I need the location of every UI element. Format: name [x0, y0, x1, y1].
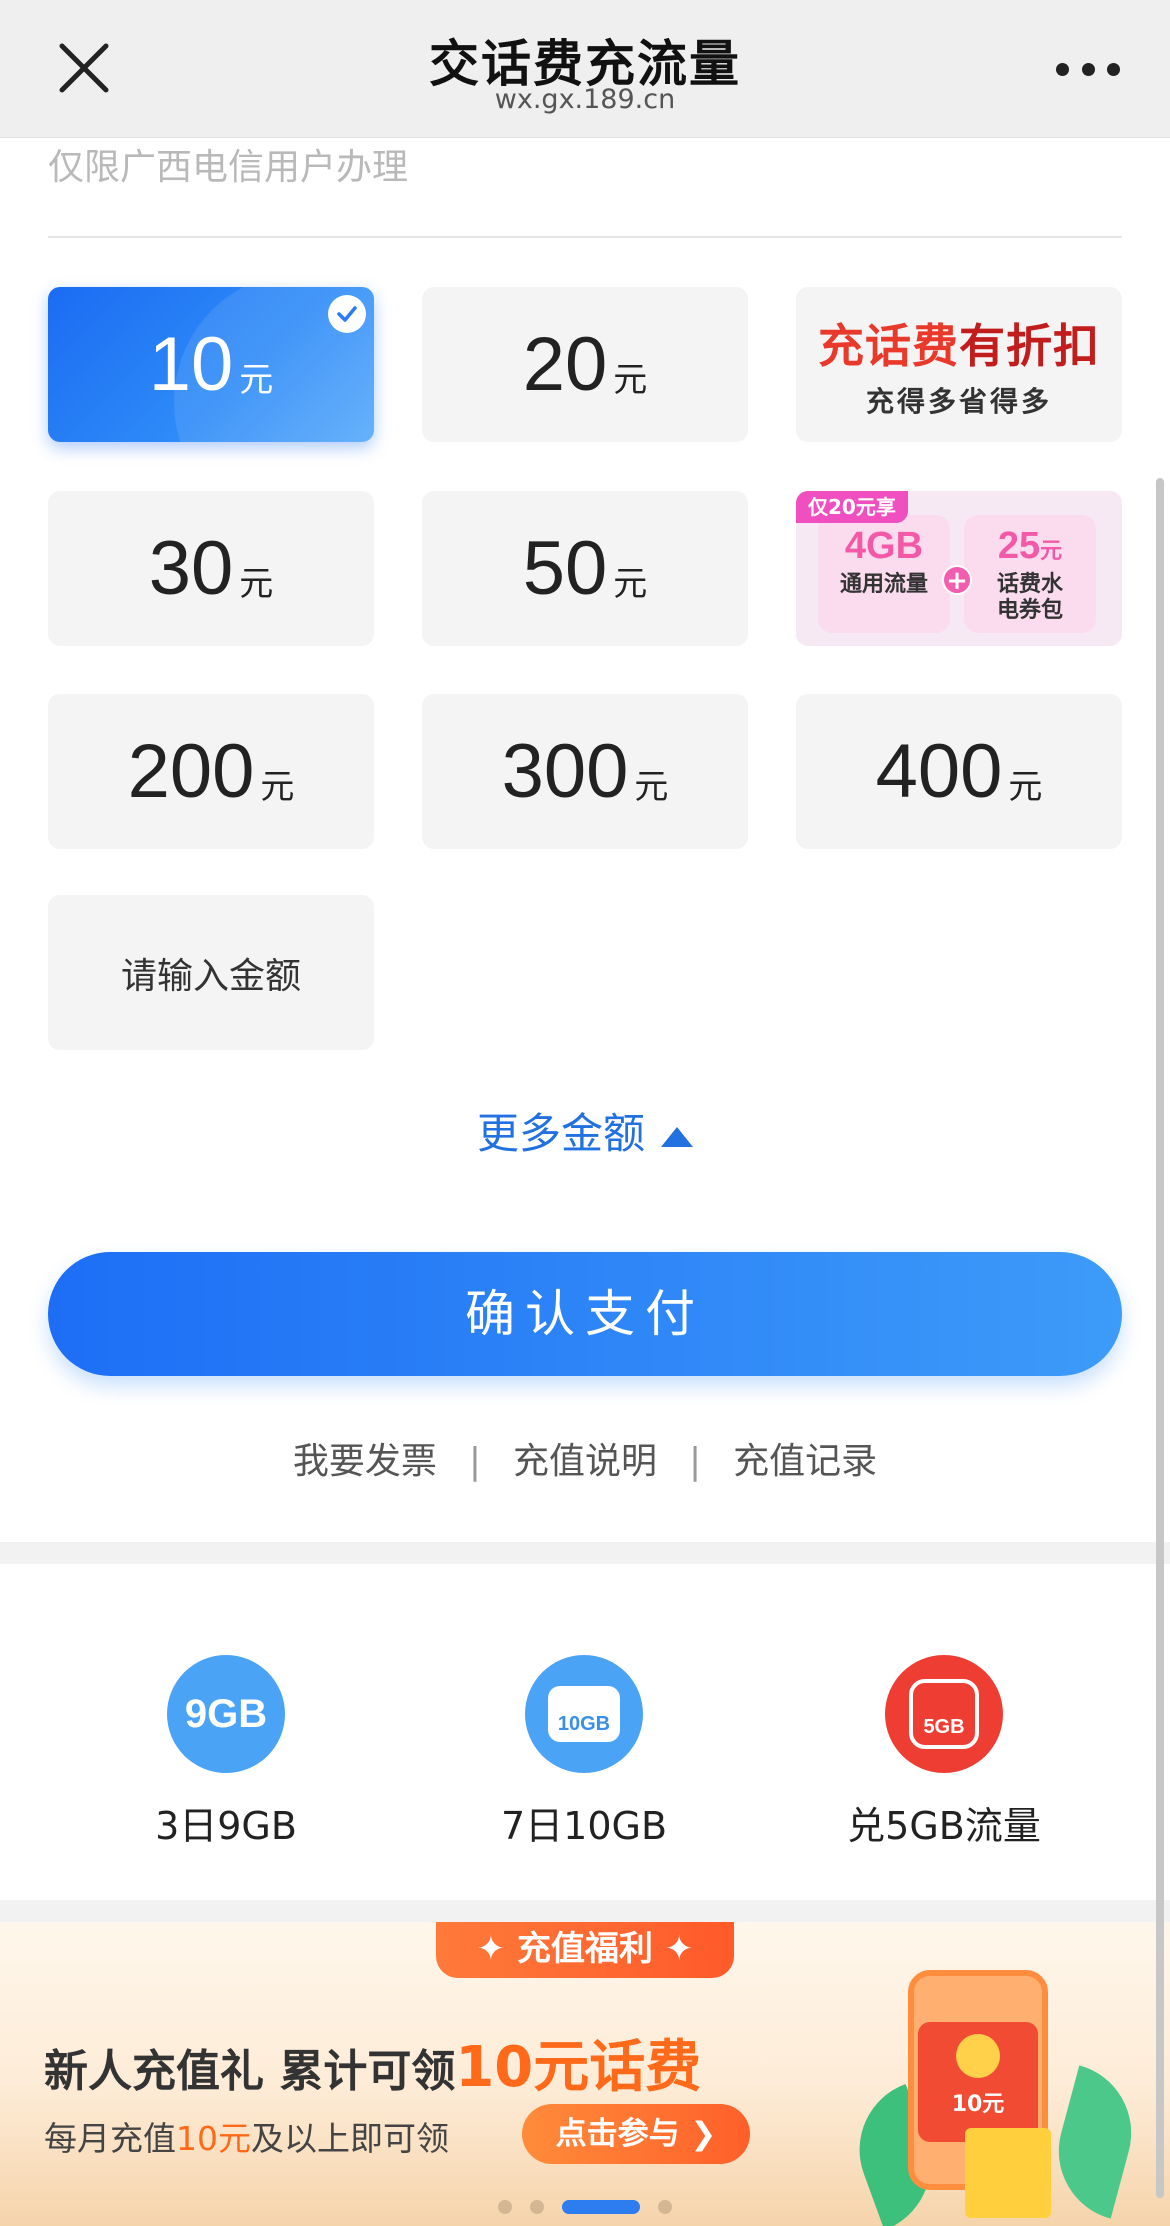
- confirm-pay-button[interactable]: 确认支付: [48, 1252, 1122, 1376]
- more-menu-icon[interactable]: [1056, 52, 1120, 86]
- plus-icon: +: [942, 565, 972, 596]
- divider: [48, 236, 1122, 238]
- scrollbar[interactable]: [1156, 478, 1164, 2198]
- red-envelope-icon: 10元: [918, 2022, 1038, 2142]
- exchange-icon: 5GB: [885, 1655, 1003, 1773]
- bundle-coupon-card: 25元 话费水 电券包: [964, 515, 1096, 633]
- amount-value: 200: [127, 729, 255, 814]
- bundle-data-card: 4GB 通用流量: [818, 515, 950, 633]
- check-icon: [328, 295, 366, 333]
- bundle-data-amount: 4GB: [844, 525, 924, 567]
- custom-amount-placeholder: 请输入金额: [120, 955, 301, 997]
- top-bar: 交话费充流量 wx.gx.189.cn: [0, 0, 1170, 138]
- data-9gb-icon: 9GB: [167, 1655, 285, 1773]
- amount-option-400[interactable]: 400 元: [796, 694, 1122, 849]
- amount-value: 400: [875, 729, 1003, 814]
- welfare-banner[interactable]: ✦ 充值福利 ✦ 新人充值礼 累计可领10元话费 每月充值10元及以上即可领 点…: [0, 1922, 1170, 2226]
- carousel-indicator[interactable]: [0, 2200, 1170, 2214]
- shortcut-redeem-5gb[interactable]: 5GB 兑5GB流量: [794, 1655, 1094, 1850]
- shortcut-3day-9gb[interactable]: 9GB 3日9GB: [76, 1655, 376, 1850]
- instructions-link[interactable]: 充值说明: [513, 1441, 657, 1482]
- bundle-coupon-desc: 话费水 电券包: [996, 572, 1063, 623]
- link-separator: |: [689, 1441, 702, 1482]
- amount-unit: 元: [634, 767, 669, 807]
- banner-badge: ✦ 充值福利 ✦: [436, 1922, 734, 1978]
- more-amounts-label: 更多金额: [476, 1109, 645, 1158]
- amount-value: 300: [501, 729, 629, 814]
- records-link[interactable]: 充值记录: [733, 1441, 877, 1482]
- footer-links: 我要发票 | 充值说明 | 充值记录: [0, 1432, 1170, 1484]
- amount-unit: 元: [613, 564, 648, 604]
- section-divider: [0, 1542, 1170, 1564]
- banner-subtitle: 每月充值10元及以上即可领: [44, 2119, 449, 2158]
- amount-option-50[interactable]: 50 元: [422, 491, 748, 646]
- banner-title: 新人充值礼 累计可领10元话费: [44, 2035, 702, 2100]
- amount-unit: 元: [239, 564, 274, 604]
- discount-promo-subtitle: 充得多省得多: [865, 384, 1052, 418]
- bundle-coupon-amount: 25元: [997, 525, 1063, 567]
- sim-card-icon: 10GB: [525, 1655, 643, 1773]
- invoice-link[interactable]: 我要发票: [293, 1441, 437, 1482]
- amount-option-30[interactable]: 30 元: [48, 491, 374, 646]
- amount-unit: 元: [1008, 767, 1043, 807]
- amount-unit: 元: [239, 360, 274, 400]
- join-button[interactable]: 点击参与 ❯: [522, 2104, 750, 2164]
- amount-option-20[interactable]: 20 元: [422, 287, 748, 442]
- amount-value: 20: [522, 322, 608, 407]
- amount-unit: 元: [613, 360, 648, 400]
- amount-unit: 元: [260, 767, 295, 807]
- amount-option-300[interactable]: 300 元: [422, 694, 748, 849]
- eligibility-hint: 仅限广西电信用户办理: [48, 147, 409, 188]
- custom-amount-input[interactable]: 请输入金额: [48, 895, 374, 1050]
- section-divider: [0, 1900, 1170, 1922]
- shortcut-label: 3日9GB: [155, 1804, 297, 1848]
- discount-promo-title: 充话费有折扣: [818, 318, 1100, 373]
- bundle-price-tag: 仅20元享: [796, 491, 908, 523]
- amount-option-200[interactable]: 200 元: [48, 694, 374, 849]
- shortcut-7day-10gb[interactable]: 10GB 7日10GB: [434, 1655, 734, 1850]
- amount-value: 10: [148, 322, 234, 407]
- bundle-promo-tile[interactable]: 4GB 通用流量 25元 话费水 电券包 + 仅20元享: [796, 491, 1122, 646]
- amount-value: 30: [148, 526, 234, 611]
- caret-up-icon: [661, 1126, 693, 1147]
- leaf-decoration: [1043, 2065, 1147, 2219]
- bundle-data-desc: 通用流量: [839, 572, 928, 597]
- shortcut-label: 兑5GB流量: [847, 1804, 1041, 1848]
- discount-promo-tile[interactable]: 充话费有折扣 充得多省得多: [796, 287, 1122, 442]
- shortcut-label: 7日10GB: [500, 1804, 668, 1848]
- amount-value: 50: [522, 526, 608, 611]
- more-amounts-toggle[interactable]: 更多金额: [0, 1100, 1170, 1161]
- link-separator: |: [468, 1441, 481, 1482]
- amount-option-10[interactable]: 10 元: [48, 287, 374, 442]
- page-domain: wx.gx.189.cn: [494, 84, 676, 115]
